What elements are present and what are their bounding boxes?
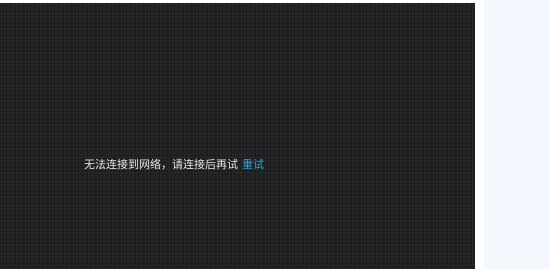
video-player: 无法连接到网络，请连接后再试 重试 — [0, 3, 475, 269]
page: 无法连接到网络，请连接后再试 重试 — [0, 0, 550, 269]
network-error-message: 无法连接到网络，请连接后再试 重试 — [84, 157, 264, 173]
retry-link[interactable]: 重试 — [242, 158, 264, 171]
error-text: 无法连接到网络，请连接后再试 — [84, 158, 238, 171]
side-panel — [484, 0, 550, 269]
